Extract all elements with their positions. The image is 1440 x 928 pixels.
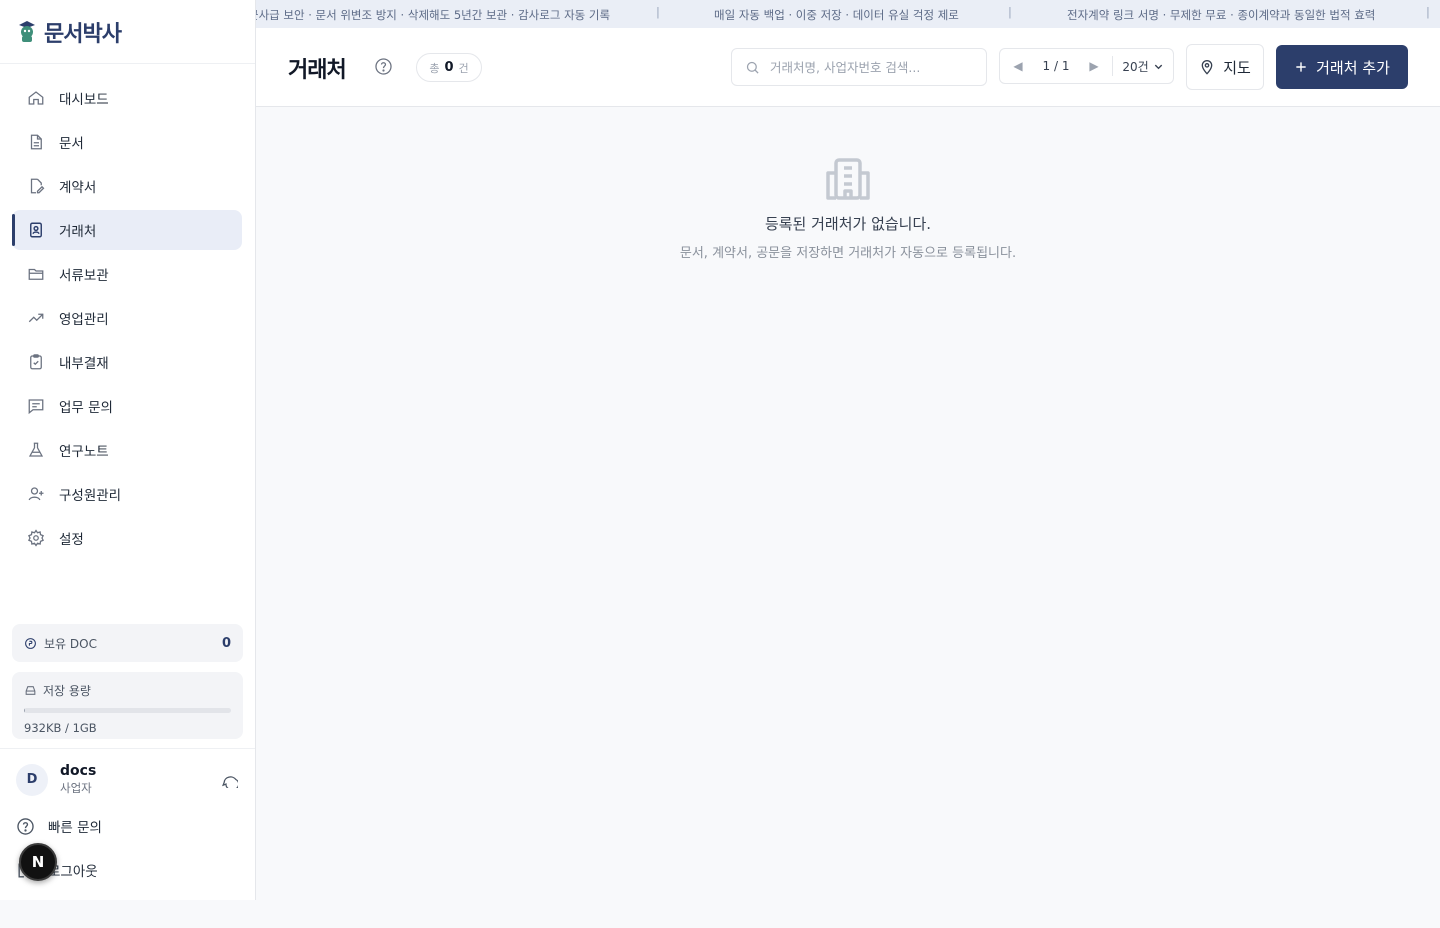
count-value: 0 — [444, 60, 454, 75]
total-count-badge: 총 0 건 — [416, 53, 482, 82]
ticker-separator: | — [1008, 5, 1012, 19]
search-box — [731, 48, 987, 86]
sidebar-item-documents[interactable]: 문서 — [12, 122, 242, 162]
message-square-icon — [26, 396, 46, 416]
sidebar-item-label: 설정 — [59, 532, 84, 548]
add-partner-button[interactable]: 거래처 추가 — [1276, 45, 1408, 89]
quick-inquiry-label: 빠른 문의 — [48, 820, 102, 836]
quick-inquiry-link[interactable]: 빠른 문의 — [16, 804, 239, 848]
sidebar-item-label: 계약서 — [59, 180, 97, 196]
sidebar-item-approval[interactable]: 내부결재 — [12, 342, 242, 382]
sidebar-item-label: 대시보드 — [59, 92, 109, 108]
user-plus-icon — [26, 484, 46, 504]
help-circle-icon — [16, 817, 38, 836]
prev-page-button[interactable]: ◀ — [1000, 49, 1036, 83]
sidebar-item-research-note[interactable]: 연구노트 — [12, 430, 242, 470]
sidebar: 문서박사 대시보드 문서 계약서 거래처 서류보관 영업관리 내부결재 업무 문… — [0, 0, 256, 900]
help-circle-icon[interactable] — [374, 57, 393, 80]
count-suffix: 건 — [458, 61, 469, 75]
sidebar-item-label: 내부결재 — [59, 356, 109, 372]
page-header: 거래처 총 0 건 ◀ 1 / 1 ▶ 20건 지도 — [256, 28, 1440, 107]
floating-action-button[interactable]: N — [19, 843, 57, 881]
count-prefix: 총 — [429, 61, 440, 75]
file-edit-icon — [26, 176, 46, 196]
ticker-separator: | — [656, 5, 660, 19]
empty-state: 등록된 거래처가 없습니다. 문서, 계약서, 공문을 저장하면 거래처가 자동… — [256, 107, 1440, 261]
storage-card: 저장 용량 932KB / 1GB — [12, 672, 243, 739]
sidebar-item-label: 연구노트 — [59, 444, 109, 460]
map-button-label: 지도 — [1223, 58, 1251, 77]
search-icon — [745, 60, 760, 75]
doc-balance-value: 0 — [221, 635, 231, 651]
chevron-down-icon — [1153, 61, 1164, 72]
sidebar-item-label: 문서 — [59, 136, 84, 152]
empty-state-title: 등록된 거래처가 없습니다. — [764, 215, 932, 233]
pagination: ◀ 1 / 1 ▶ 20건 — [999, 48, 1174, 84]
doc-balance-label: 보유 DOC — [44, 636, 97, 651]
user-role: 사업자 — [60, 781, 92, 795]
page-size-select[interactable]: 20건 — [1113, 58, 1173, 75]
sidebar-item-archive[interactable]: 서류보관 — [12, 254, 242, 294]
ticker-separator: | — [1426, 5, 1430, 19]
avatar[interactable]: D — [16, 763, 48, 796]
ticker-message: 매일 자동 백업 · 이중 저장 · 데이터 유실 걱정 제로 — [714, 8, 959, 22]
trending-up-icon — [26, 308, 46, 328]
page-size-value: 20건 — [1122, 59, 1149, 74]
clipboard-check-icon — [26, 352, 46, 372]
file-icon — [26, 132, 46, 152]
sidebar-item-label: 영업관리 — [59, 312, 109, 328]
storage-bar-fill — [24, 708, 26, 713]
mascot-icon — [16, 17, 38, 47]
storage-usage-text: 932KB / 1GB — [24, 721, 97, 735]
next-page-button[interactable]: ▶ — [1076, 49, 1112, 83]
building-icon — [256, 157, 1440, 201]
brand-name: 문서박사 — [44, 21, 122, 47]
triangle-right-icon: ▶ — [1089, 59, 1099, 73]
map-pin-icon — [1199, 59, 1215, 75]
sidebar-item-label: 서류보관 — [59, 268, 109, 284]
doc-balance-card[interactable]: 보유 DOC 0 — [12, 624, 243, 662]
chat-bubble-icon[interactable] — [219, 770, 239, 790]
storage-label: 저장 용량 — [43, 684, 91, 698]
home-icon — [26, 88, 46, 108]
sidebar-item-settings[interactable]: 설정 — [12, 518, 242, 558]
brand-logo[interactable]: 문서박사 — [0, 0, 255, 64]
doc-coin-icon — [24, 637, 37, 650]
gear-icon — [26, 528, 46, 548]
sidebar-item-dashboard[interactable]: 대시보드 — [12, 78, 242, 118]
sidebar-item-contracts[interactable]: 계약서 — [12, 166, 242, 206]
announcement-ticker: 군사급 보안 · 문서 위변조 방지 · 삭제해도 5년간 보관 · 감사로그 … — [256, 0, 1440, 28]
user-name: docs — [60, 763, 97, 779]
sidebar-item-label: 구성원관리 — [59, 488, 122, 504]
sidebar-item-members[interactable]: 구성원관리 — [12, 474, 242, 514]
page-indicator: 1 / 1 — [1042, 59, 1070, 73]
sidebar-item-partners[interactable]: 거래처 — [12, 210, 242, 250]
hard-drive-icon — [24, 684, 37, 697]
add-partner-label: 거래처 추가 — [1316, 58, 1390, 77]
storage-bar — [24, 708, 231, 713]
sidebar-nav: 대시보드 문서 계약서 거래처 서류보관 영업관리 내부결재 업무 문의 연구노… — [0, 64, 255, 558]
flask-icon — [26, 440, 46, 460]
folder-icon — [26, 264, 46, 284]
sidebar-item-sales[interactable]: 영업관리 — [12, 298, 242, 338]
sidebar-item-label: 업무 문의 — [59, 400, 113, 416]
ticker-message: 군사급 보안 · 문서 위변조 방지 · 삭제해도 5년간 보관 · 감사로그 … — [256, 8, 611, 22]
page-title: 거래처 — [288, 58, 347, 83]
contact-book-icon — [26, 220, 46, 240]
empty-state-subtitle: 문서, 계약서, 공문을 저장하면 거래처가 자동으로 등록됩니다. — [679, 246, 1017, 261]
search-input[interactable] — [770, 59, 970, 75]
sidebar-item-label: 거래처 — [59, 224, 97, 240]
sidebar-item-inquiry[interactable]: 업무 문의 — [12, 386, 242, 426]
plus-icon — [1294, 60, 1308, 74]
ticker-message: 전자계약 링크 서명 · 무제한 무료 · 종이계약과 동일한 법적 효력 — [1067, 8, 1376, 22]
triangle-left-icon: ◀ — [1013, 59, 1023, 73]
map-button[interactable]: 지도 — [1186, 44, 1264, 90]
